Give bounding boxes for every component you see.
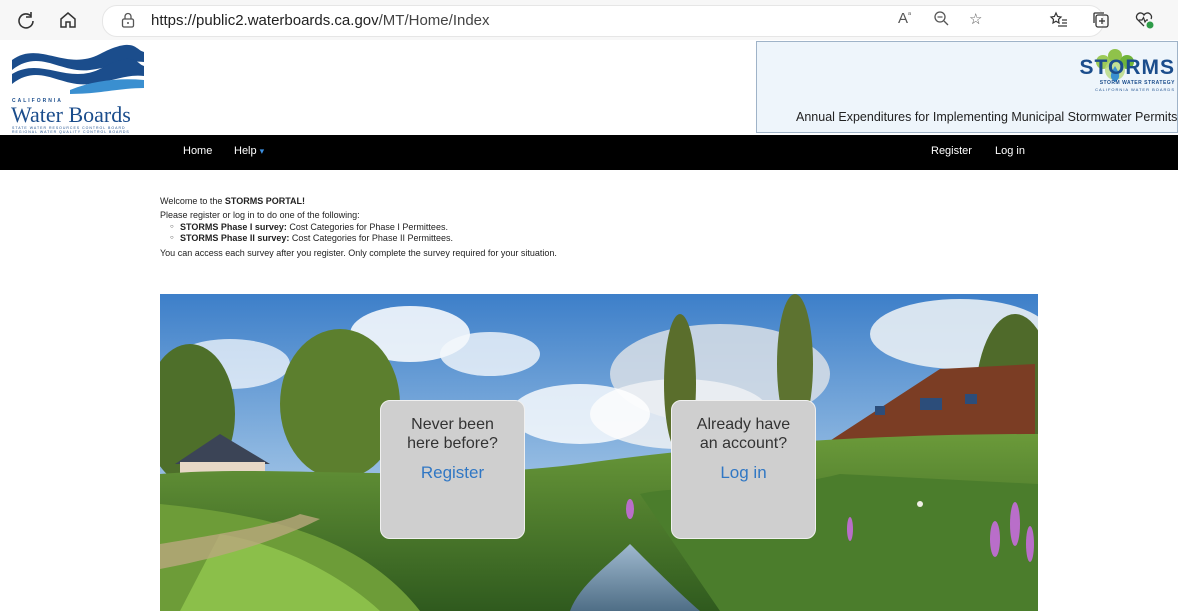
lock-icon[interactable] xyxy=(121,12,135,28)
logo-line2: REGIONAL WATER QUALITY CONTROL BOARDS xyxy=(12,130,130,134)
login-card: Already have an account? Log in xyxy=(671,400,816,539)
storms-tagline: STORM WATER STRATEGY xyxy=(1099,80,1175,86)
register-card: Never been here before? Register xyxy=(380,400,525,539)
nav-help[interactable]: Help ▾ xyxy=(234,145,264,157)
storms-logo: STORMS STORM WATER STRATEGY CALIFORNIA W… xyxy=(1075,44,1175,99)
list-item-bold: STORMS Phase II survey: xyxy=(180,232,290,243)
site-header: CALIFORNIA Water Boards STATE WATER RESO… xyxy=(0,40,1178,135)
zoom-icon[interactable] xyxy=(933,10,949,30)
nav-login[interactable]: Log in xyxy=(995,145,1025,157)
refresh-icon[interactable] xyxy=(14,8,38,32)
url-path: /MT/Home/Index xyxy=(378,12,490,29)
login-link[interactable]: Log in xyxy=(672,463,815,483)
water-boards-logo[interactable]: CALIFORNIA Water Boards STATE WATER RESO… xyxy=(10,44,150,134)
list-item-text: Cost Categories for Phase II Permittees. xyxy=(289,232,453,243)
storms-banner: STORMS STORM WATER STRATEGY CALIFORNIA W… xyxy=(756,41,1178,133)
url-text: https://public2.waterboards.ca.gov/MT/Ho… xyxy=(151,12,490,29)
nav-register[interactable]: Register xyxy=(931,145,972,157)
banner-title: Annual Expenditures for Implementing Mun… xyxy=(796,110,1178,124)
instruction-text: Please register or log in to do one of t… xyxy=(160,210,360,220)
register-link[interactable]: Register xyxy=(381,463,524,483)
list-item-bold: STORMS Phase I survey: xyxy=(180,222,287,232)
survey-list: STORMS Phase I survey: Cost Categories f… xyxy=(160,222,1060,243)
register-card-line1: Never been xyxy=(411,416,494,433)
hero-image: Never been here before? Register Already… xyxy=(160,294,1038,611)
welcome-line: Welcome to the STORMS PORTAL! xyxy=(160,196,1060,206)
list-item-text: Cost Categories for Phase I Permittees. xyxy=(286,222,448,232)
logo-name: Water Boards xyxy=(11,102,131,127)
list-item: STORMS Phase I survey: Cost Categories f… xyxy=(170,222,1060,233)
home-icon[interactable] xyxy=(56,8,80,32)
welcome-prefix: Welcome to the xyxy=(160,196,225,206)
health-icon[interactable] xyxy=(1133,8,1157,32)
favorites-icon[interactable] xyxy=(1047,8,1071,32)
register-card-line2: here before? xyxy=(407,435,498,452)
storms-tagline2: CALIFORNIA WATER BOARDS xyxy=(1095,87,1175,92)
browser-toolbar: https://public2.waterboards.ca.gov/MT/Ho… xyxy=(0,0,1178,40)
login-card-line2: an account? xyxy=(699,435,788,452)
address-bar[interactable]: https://public2.waterboards.ca.gov/MT/Ho… xyxy=(102,5,1104,37)
nav-home[interactable]: Home xyxy=(183,145,212,157)
collections-icon[interactable] xyxy=(1089,8,1113,32)
note-text: You can access each survey after you reg… xyxy=(160,248,557,258)
read-aloud-icon[interactable]: Aᵃ xyxy=(898,10,911,27)
welcome-bold: STORMS PORTAL! xyxy=(224,196,306,206)
main-navbar: Home Help ▾ Register Log in xyxy=(0,135,1178,170)
login-card-line1: Already have xyxy=(696,416,791,433)
list-item: STORMS Phase II survey: Cost Categories … xyxy=(170,232,1060,244)
nav-help-label: Help xyxy=(234,145,257,157)
url-host: https://public2.waterboards.ca.gov xyxy=(151,12,379,29)
storms-word: STORMS xyxy=(1079,56,1175,79)
chevron-down-icon: ▾ xyxy=(259,146,265,156)
favorite-star-icon[interactable]: ☆ xyxy=(969,10,982,28)
welcome-section: Welcome to the STORMS PORTAL! Please reg… xyxy=(160,196,1060,258)
